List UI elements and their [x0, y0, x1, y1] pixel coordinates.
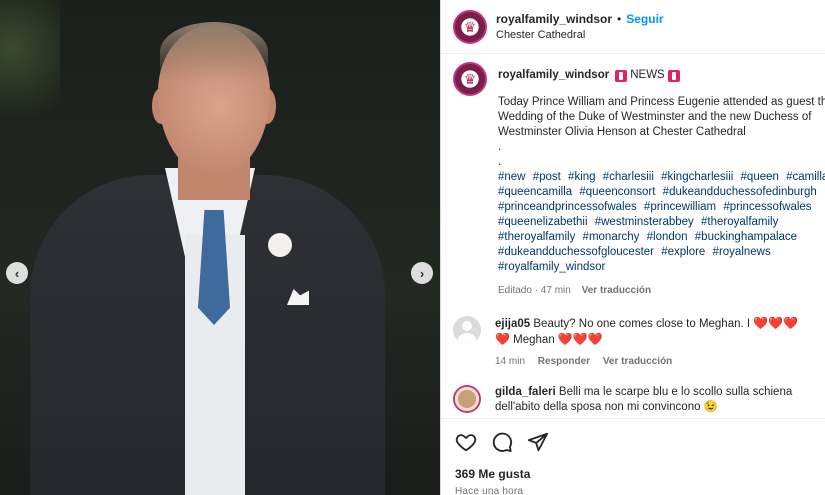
- hashtag-link[interactable]: #queenelizabethii: [498, 216, 588, 228]
- post-header: ♛ royalfamily_windsor • Seguir Chester C…: [441, 0, 825, 54]
- caption-meta: Editado · 47 min Ver traducción: [498, 283, 825, 298]
- header-text: royalfamily_windsor • Seguir Chester Cat…: [496, 12, 664, 41]
- comment-meta: 14 min Responder Ver traducción: [495, 354, 815, 369]
- caption-hashtags: #new #post #king #charlesiii #kingcharle…: [498, 170, 825, 275]
- hashtag-link[interactable]: #queenconsort: [579, 186, 655, 198]
- account-username[interactable]: royalfamily_windsor: [496, 12, 612, 26]
- hashtag-link[interactable]: #royalfamily_windsor: [498, 261, 605, 273]
- hashtag-link[interactable]: #charlesiii: [603, 171, 654, 183]
- siren-icon: [615, 69, 628, 82]
- caption-avatar[interactable]: ♛: [453, 62, 487, 96]
- likes-count[interactable]: 369 Me gusta: [455, 467, 812, 481]
- hashtag-link[interactable]: #kingcharlesiii: [661, 171, 733, 183]
- hashtag-link[interactable]: #monarchy: [583, 231, 640, 243]
- post-side-panel: ♛ royalfamily_windsor • Seguir Chester C…: [440, 0, 825, 495]
- comment-text: ejija05 Beauty? No one comes close to Me…: [495, 316, 815, 348]
- hashtag-link[interactable]: #dukeandduchessofgloucester: [498, 246, 654, 258]
- heart-emoji: ❤️: [495, 332, 510, 346]
- hashtag-link[interactable]: #london: [647, 231, 688, 243]
- hashtag-link[interactable]: #queen: [741, 171, 779, 183]
- caption-body: royalfamily_windsor NEWS Today Prince Wi…: [498, 62, 825, 298]
- caption-time: Editado · 47 min: [498, 285, 571, 296]
- caption-title: royalfamily_windsor NEWS: [498, 68, 825, 83]
- post-timestamp: Hace una hora: [455, 486, 524, 495]
- comment-body: gilda_faleri Belli ma le scarpe blu e lo…: [495, 385, 815, 415]
- comment-message: Beauty? No one comes close to Meghan. I: [533, 318, 751, 330]
- comment-icon[interactable]: [491, 431, 513, 453]
- hashtag-link[interactable]: #princewilliam: [644, 201, 716, 213]
- wink-emoji: 😉: [703, 401, 719, 413]
- hashtag-link[interactable]: #theroyalfamily: [498, 231, 575, 243]
- comment-username[interactable]: gilda_faleri: [495, 386, 556, 398]
- hashtag-link[interactable]: #theroyalfamily: [701, 216, 778, 228]
- header-row: royalfamily_windsor • Seguir: [496, 12, 664, 26]
- comment-username[interactable]: ejija05: [495, 318, 530, 330]
- crown-icon: ♛: [463, 71, 477, 87]
- heart-emoji: ❤️❤️❤️: [753, 316, 799, 330]
- comment-translate-link[interactable]: Ver traducción: [603, 356, 672, 367]
- hashtag-link[interactable]: #explore: [661, 246, 705, 258]
- caption-tag: NEWS: [630, 69, 665, 81]
- post-photo[interactable]: [0, 0, 440, 495]
- comment-avatar[interactable]: [453, 316, 481, 344]
- hashtag-link[interactable]: #buckinghampalace: [695, 231, 797, 243]
- share-icon[interactable]: [527, 431, 549, 453]
- comment-item: gilda_faleri Belli ma le scarpe blu e lo…: [453, 385, 825, 415]
- hashtag-link[interactable]: #new: [498, 171, 526, 183]
- heart-icon[interactable]: [455, 431, 477, 453]
- caption-text: Today Prince William and Princess Eugeni…: [498, 96, 825, 168]
- hashtag-link[interactable]: #princessofwales: [723, 201, 811, 213]
- photo-background-foliage: [0, 0, 60, 160]
- hashtag-link[interactable]: #camilla: [786, 171, 825, 183]
- hashtag-link[interactable]: #king: [568, 171, 596, 183]
- hashtag-link[interactable]: #queencamilla: [498, 186, 572, 198]
- post-location[interactable]: Chester Cathedral: [496, 29, 664, 41]
- reply-link[interactable]: Responder: [538, 356, 590, 367]
- comment-message-continued: Meghan: [513, 334, 555, 346]
- photo-boutonniere: [268, 233, 292, 257]
- chevron-left-icon[interactable]: ‹: [6, 262, 28, 284]
- separator-dot: •: [617, 12, 622, 26]
- heart-emoji: ❤️❤️❤️: [557, 332, 603, 346]
- crown-icon: ♛: [463, 18, 477, 35]
- hashtag-link[interactable]: #post: [533, 171, 561, 183]
- comment-item: ejija05 Beauty? No one comes close to Me…: [453, 316, 825, 369]
- action-icons: [455, 429, 812, 455]
- hashtag-link[interactable]: #westminsterabbey: [595, 216, 694, 228]
- caption-username[interactable]: royalfamily_windsor: [498, 68, 609, 83]
- siren-icon: [667, 69, 680, 82]
- photo-hair: [160, 22, 268, 82]
- comment-avatar[interactable]: [453, 385, 481, 413]
- chevron-right-icon[interactable]: ›: [411, 262, 433, 284]
- follow-button[interactable]: Seguir: [626, 12, 663, 26]
- caption-translate-link[interactable]: Ver traducción: [582, 285, 651, 296]
- comment-time: 14 min: [495, 356, 526, 367]
- comment-body: ejija05 Beauty? No one comes close to Me…: [495, 316, 815, 369]
- hashtag-link[interactable]: #royalnews: [713, 246, 771, 258]
- post-caption: ♛ royalfamily_windsor NEWS Today Prince …: [453, 62, 825, 298]
- post-actions: 369 Me gusta Hace una hora: [441, 418, 825, 495]
- hashtag-link[interactable]: #dukeandduchessofedinburgh: [663, 186, 817, 198]
- account-avatar[interactable]: ♛: [453, 9, 487, 44]
- hashtag-link[interactable]: #princeandprincessofwales: [498, 201, 637, 213]
